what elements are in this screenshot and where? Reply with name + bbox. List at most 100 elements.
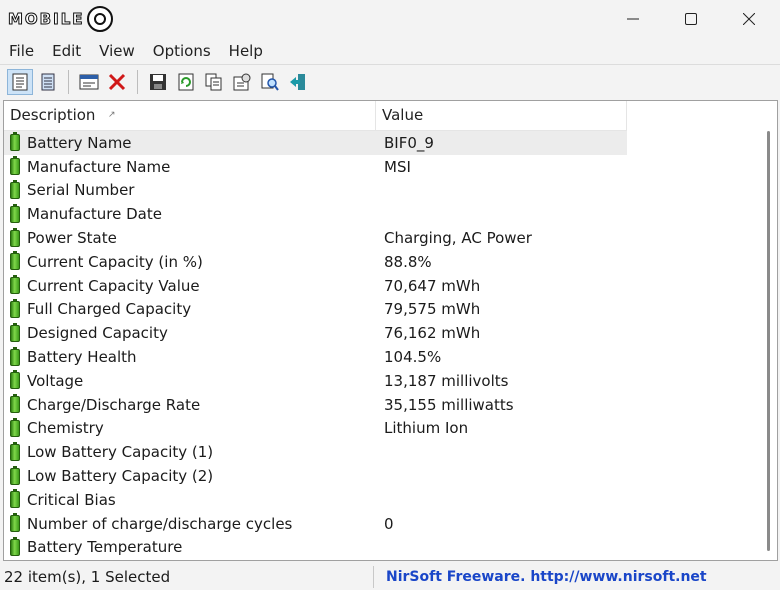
copy-button[interactable] [202, 70, 226, 94]
value-cell: 35,155 milliwatts [384, 395, 514, 414]
description-cell: Designed Capacity [4, 322, 376, 343]
properties-button[interactable] [77, 70, 101, 94]
description-cell: Low Battery Capacity (1) [4, 441, 376, 462]
table-row[interactable]: Battery Temperature [4, 536, 627, 560]
table-row[interactable]: Charge/Discharge Rate 35,155 milliwatts [4, 393, 627, 417]
description-text: Designed Capacity [27, 324, 168, 343]
description-cell: Critical Bias [4, 489, 376, 509]
refresh-button[interactable] [174, 70, 198, 94]
description-cell: Power State [4, 227, 376, 248]
scrollbar-thumb[interactable] [767, 131, 770, 551]
battery-icon [10, 370, 20, 390]
description-text: Manufacture Date [27, 205, 162, 224]
exit-button[interactable] [286, 70, 310, 94]
status-item-count: 22 item(s), 1 Selected [0, 565, 374, 588]
description-cell: Serial Number [4, 179, 376, 199]
battery-info-list[interactable]: Description ↗ Value Battery Name BIF0_9 Ma… [3, 100, 778, 561]
table-row[interactable]: Number of charge/discharge cycles 0 [4, 512, 627, 536]
battery-icon [10, 251, 20, 271]
battery-icon [10, 227, 20, 247]
table-row[interactable]: Manufacture Name MSI [4, 155, 627, 179]
value-cell: 88.8% [384, 252, 432, 271]
description-text: Power State [27, 229, 117, 248]
value-cell: 76,162 mWh [384, 324, 481, 343]
value-cell: 70,647 mWh [384, 276, 481, 295]
value-cell: MSI [384, 157, 411, 176]
table-row[interactable]: Voltage 13,187 millivolts [4, 369, 627, 393]
battery-icon [10, 156, 20, 176]
refresh-icon [178, 73, 194, 90]
nirsoft-link[interactable]: NirSoft Freeware. http://www.nirsoft.net [374, 569, 707, 585]
column-header-description[interactable]: Description ↗ [4, 101, 376, 130]
battery-icon [10, 203, 20, 223]
description-text: Current Capacity Value [27, 276, 200, 295]
list-header: Description ↗ Value [4, 101, 627, 131]
description-text: Battery Temperature [27, 538, 183, 557]
vertical-scrollbar[interactable] [760, 101, 777, 560]
description-text: Chemistry [27, 419, 104, 438]
column-header-description-label: Description [10, 106, 96, 124]
description-cell: Low Battery Capacity (2) [4, 465, 376, 485]
battery-icon [10, 394, 20, 414]
save-button[interactable] [146, 70, 170, 94]
logo-text: MOBILE [8, 10, 85, 29]
value-cell: 79,575 mWh [384, 300, 481, 319]
value-cell: 13,187 millivolts [384, 371, 509, 390]
battery-icon [10, 513, 20, 533]
html-report-icon [12, 73, 28, 90]
description-cell: Battery Name [4, 132, 376, 152]
description-cell: Current Capacity Value [4, 275, 376, 295]
description-cell: Full Charged Capacity [4, 298, 376, 318]
description-cell: Battery Health [4, 346, 376, 366]
html-report-button[interactable] [7, 68, 33, 95]
table-row[interactable]: Chemistry Lithium Ion [4, 417, 627, 441]
menu-view[interactable]: View [90, 42, 144, 60]
table-row[interactable]: Low Battery Capacity (2) [4, 464, 627, 488]
table-row[interactable]: Serial Number [4, 179, 627, 203]
menu-edit[interactable]: Edit [43, 42, 90, 60]
value-cell: Charging, AC Power [384, 229, 532, 248]
minimize-button[interactable] [604, 0, 662, 38]
column-header-value[interactable]: Value [376, 101, 627, 130]
find-button[interactable] [258, 70, 282, 94]
minimize-icon [627, 18, 639, 20]
battery-icon [10, 489, 20, 509]
table-row[interactable]: Power State Charging, AC Power [4, 226, 627, 250]
table-row[interactable]: Full Charged Capacity 79,575 mWh [4, 298, 627, 322]
battery-icon [10, 417, 20, 437]
table-row[interactable]: Designed Capacity 76,162 mWh [4, 321, 627, 345]
maximize-button[interactable] [662, 0, 720, 38]
description-cell: Current Capacity (in %) [4, 251, 376, 271]
battery-icon [10, 132, 20, 152]
delete-button[interactable] [105, 70, 129, 94]
table-row[interactable]: Low Battery Capacity (1) [4, 440, 627, 464]
toolbar-separator [68, 69, 69, 94]
description-text: Low Battery Capacity (1) [27, 443, 214, 462]
description-cell: Manufacture Date [4, 203, 376, 224]
sort-arrow-icon: ↗ [108, 110, 116, 120]
menu-options[interactable]: Options [144, 42, 220, 60]
battery-icon [10, 179, 20, 199]
close-button[interactable] [720, 0, 778, 38]
description-text: Voltage [27, 371, 84, 390]
table-row[interactable]: Manufacture Date [4, 202, 627, 226]
menu-file[interactable]: File [0, 42, 43, 60]
settings-button[interactable] [230, 70, 254, 94]
description-cell: Battery Temperature [4, 536, 376, 557]
table-row[interactable]: Critical Bias [4, 488, 627, 512]
table-row[interactable]: Current Capacity Value 70,647 mWh [4, 274, 627, 298]
description-text: Charge/Discharge Rate [27, 395, 201, 414]
menu-help[interactable]: Help [220, 42, 272, 60]
table-row[interactable]: Battery Name BIF0_9 [4, 131, 627, 155]
logo-ring-icon [86, 6, 113, 32]
menu-bar: File Edit View Options Help [0, 38, 780, 64]
value-cell: 104.5% [384, 348, 442, 367]
table-row[interactable]: Battery Health 104.5% [4, 345, 627, 369]
table-row[interactable]: Current Capacity (in %) 88.8% [4, 250, 627, 274]
maximize-icon [685, 13, 697, 25]
battery-icon [10, 298, 20, 318]
battery-icon [10, 346, 20, 366]
value-cell: Lithium Ion [384, 419, 469, 438]
description-text: Manufacture Name [27, 157, 171, 176]
html-report-all-button[interactable] [36, 70, 60, 94]
